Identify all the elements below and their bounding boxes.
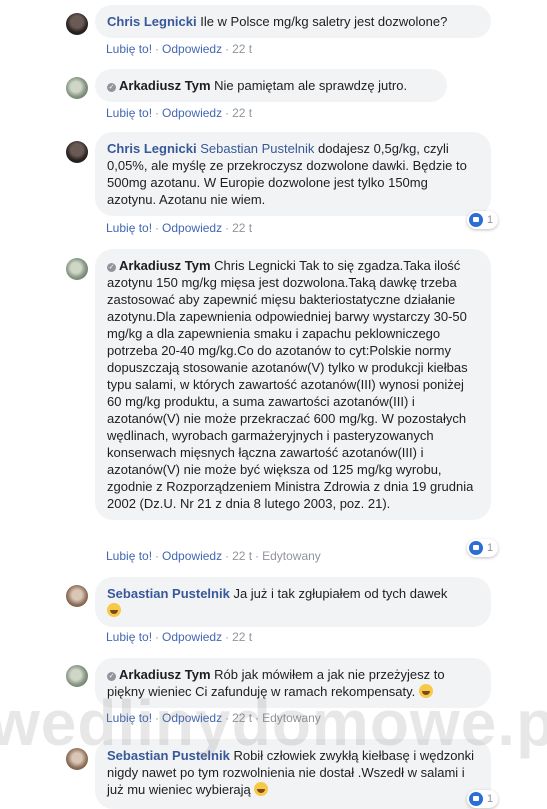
top-fan-badge-icon: ✓	[107, 672, 116, 681]
comment-bubble: ✓ Arkadiusz Tym Rób jak mówiłem a jak nie…	[95, 658, 491, 708]
comment-author[interactable]: Sebastian Pustelnik	[107, 748, 230, 763]
avatar[interactable]	[66, 141, 88, 163]
reply-button[interactable]: Odpowiedz	[162, 711, 222, 725]
edited-label[interactable]: Edytowany	[262, 711, 321, 725]
comment-actions: Lubię to! · Odpowiedz · 22 t	[106, 630, 253, 644]
comment-actions: Lubię to! · Odpowiedz · 22 t	[106, 221, 253, 235]
comment-actions: Lubię to! · Odpowiedz · 22 t · Edytowany	[106, 549, 321, 563]
comment-time[interactable]: 22 t	[232, 711, 252, 725]
like-reaction-icon	[469, 213, 483, 227]
like-button[interactable]: Lubię to!	[106, 106, 152, 120]
laughing-emoji-icon	[254, 782, 269, 796]
comment-actions: Lubię to! · Odpowiedz · 22 t · Edytowany	[106, 711, 321, 725]
avatar[interactable]	[66, 665, 88, 687]
comment-text: Ja już i tak zgłupiałem od tych dawek	[233, 586, 448, 601]
avatar[interactable]	[66, 748, 88, 770]
reaction-count[interactable]: 1	[467, 211, 499, 229]
edited-label[interactable]: Edytowany	[262, 549, 321, 563]
like-reaction-icon	[469, 541, 483, 555]
reply-button[interactable]: Odpowiedz	[162, 106, 222, 120]
top-fan-badge-icon: ✓	[107, 83, 116, 92]
reply-button[interactable]: Odpowiedz	[162, 42, 222, 56]
avatar[interactable]	[66, 77, 88, 99]
reply-button[interactable]: Odpowiedz	[162, 221, 222, 235]
top-fan-badge-icon: ✓	[107, 263, 116, 272]
comment-text: Chris Legnicki Tak to się zgadza.Taka il…	[107, 258, 474, 511]
comment-time[interactable]: 22 t	[232, 549, 252, 563]
comment-author[interactable]: Chris Legnicki	[107, 141, 197, 156]
like-button[interactable]: Lubię to!	[106, 630, 152, 644]
reaction-number: 1	[487, 542, 494, 554]
reaction-count[interactable]: 1	[467, 539, 499, 557]
comment-bubble: Chris Legnicki Sebastian Pustelnik dodaj…	[95, 132, 491, 216]
avatar[interactable]	[66, 258, 88, 280]
like-button[interactable]: Lubię to!	[106, 549, 152, 563]
laughing-emoji-icon	[107, 603, 121, 617]
like-button[interactable]: Lubię to!	[106, 221, 152, 235]
like-button[interactable]: Lubię to!	[106, 42, 152, 56]
reaction-count[interactable]: 1	[467, 790, 499, 808]
comment-time[interactable]: 22 t	[232, 42, 252, 56]
comment-bubble: Chris Legnicki Ile w Polsce mg/kg saletr…	[95, 5, 491, 38]
avatar[interactable]	[66, 13, 88, 35]
comment-text: Ile w Polsce mg/kg saletry jest dozwolon…	[200, 14, 448, 29]
comment-author[interactable]: Arkadiusz Tym	[119, 78, 211, 93]
comment-bubble: Sebastian Pustelnik Ja już i tak zgłupia…	[95, 577, 491, 627]
reaction-number: 1	[487, 214, 494, 226]
comment-author[interactable]: Sebastian Pustelnik	[107, 586, 230, 601]
reaction-number: 1	[487, 793, 494, 805]
comment-author[interactable]: Chris Legnicki	[107, 14, 197, 29]
comment-time[interactable]: 22 t	[232, 106, 252, 120]
comment-bubble: ✓ Arkadiusz Tym Nie pamiętam ale sprawdzę…	[95, 69, 447, 102]
reply-button[interactable]: Odpowiedz	[162, 630, 222, 644]
like-reaction-icon	[469, 792, 483, 806]
comment-mention[interactable]: Sebastian Pustelnik	[200, 141, 314, 156]
laughing-emoji-icon	[418, 684, 433, 698]
comment-author[interactable]: Arkadiusz Tym	[119, 667, 211, 682]
comment-time[interactable]: 22 t	[232, 221, 252, 235]
comment-time[interactable]: 22 t	[232, 630, 252, 644]
like-button[interactable]: Lubię to!	[106, 711, 152, 725]
reply-button[interactable]: Odpowiedz	[162, 549, 222, 563]
comment-bubble: Sebastian Pustelnik Robił człowiek zwykł…	[95, 739, 491, 809]
comment-actions: Lubię to! · Odpowiedz · 22 t	[106, 106, 253, 120]
comment-author[interactable]: Arkadiusz Tym	[119, 258, 211, 273]
comment-bubble: ✓ Arkadiusz Tym Chris Legnicki Tak to się…	[95, 249, 491, 520]
comment-text: Nie pamiętam ale sprawdzę jutro.	[214, 78, 408, 93]
comment-actions: Lubię to! · Odpowiedz · 22 t	[106, 42, 253, 56]
avatar[interactable]	[66, 585, 88, 607]
